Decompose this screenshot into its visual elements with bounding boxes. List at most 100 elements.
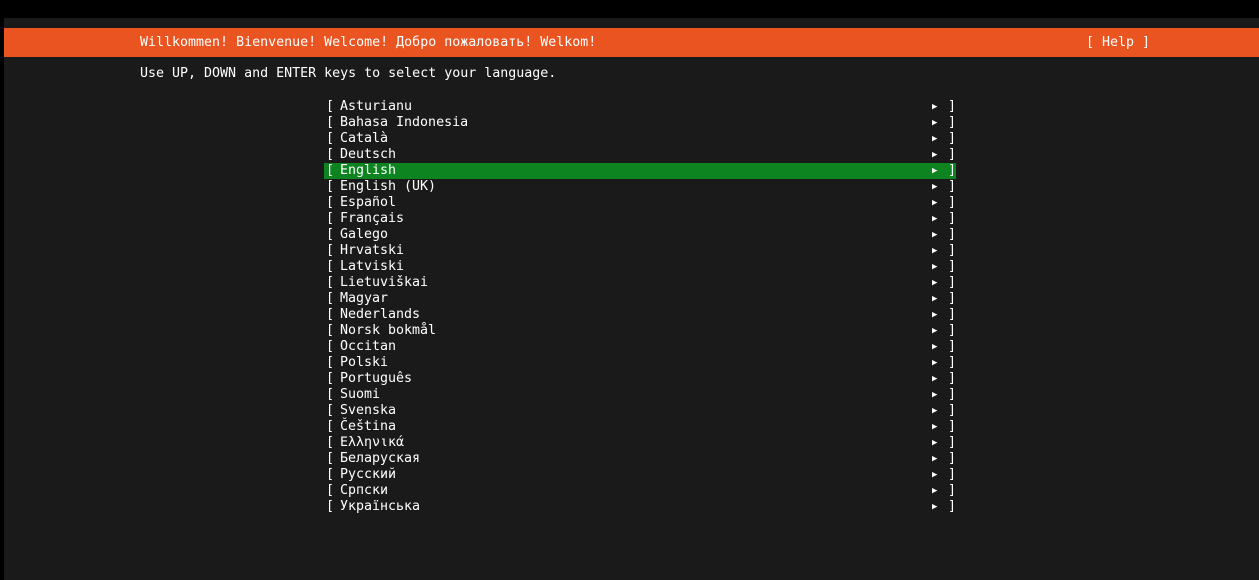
bracket-close: ] [948,467,957,482]
arrow-right-icon: ▶ [932,374,938,384]
arrow-right-icon: ▶ [932,358,938,368]
language-option[interactable]: [Lietuviškai ▶] [324,275,956,291]
language-label: Nederlands [340,307,421,322]
arrow-right-icon: ▶ [932,470,938,480]
language-option[interactable]: [Русский ▶] [324,467,956,483]
bracket-close: ] [948,483,957,498]
bracket-open: [ [326,131,335,146]
bracket-close: ] [948,323,957,338]
arrow-right-icon: ▶ [932,454,938,464]
bracket-open: [ [326,115,335,130]
language-option[interactable]: [Hrvatski ▶] [324,243,956,259]
language-label: Galego [340,227,389,242]
bracket-open: [ [326,211,335,226]
language-option[interactable]: [Nederlands ▶] [324,307,956,323]
bracket-open: [ [326,483,335,498]
arrow-right-icon: ▶ [932,150,938,160]
language-option[interactable]: [Français ▶] [324,211,956,227]
language-option[interactable]: [Беларуская ▶] [324,451,956,467]
bracket-close: ] [948,371,957,386]
language-label: Latviski [340,259,405,274]
arrow-right-icon: ▶ [932,134,938,144]
arrow-right-icon: ▶ [932,278,938,288]
bracket-close: ] [948,195,957,210]
language-label: Русский [340,467,397,482]
bracket-close: ] [948,499,957,514]
bracket-open: [ [326,435,335,450]
bracket-open: [ [326,499,335,514]
language-option[interactable]: [ Suomi ▶] [324,387,956,403]
bracket-open: [ [326,243,335,258]
bracket-close: ] [948,147,957,162]
instructions-text: Use UP, DOWN and ENTER keys to select yo… [140,66,557,81]
bracket-open: [ [326,339,335,354]
arrow-right-icon: ▶ [932,102,938,112]
bracket-open: [ [326,195,335,210]
language-option[interactable]: [Ελληνικά ▶] [324,435,956,451]
language-option[interactable]: [ Norsk bokmål ▶] [324,323,956,339]
language-option[interactable]: [Bahasa Indonesia ▶] [324,115,956,131]
bracket-close: ] [948,419,957,434]
bracket-open: [ [326,179,335,194]
arrow-right-icon: ▶ [932,118,938,128]
bracket-open: [ [326,451,335,466]
arrow-right-icon: ▶ [932,214,938,224]
language-option[interactable]: [Polski ▶] [324,355,956,371]
arrow-right-icon: ▶ [932,182,938,192]
language-option[interactable]: [Српски ▶] [324,483,956,499]
bracket-open: [ [326,259,335,274]
bracket-close: ] [948,451,957,466]
language-label: Українська [340,499,421,514]
language-option[interactable]: [Deutsch ▶] [324,147,956,163]
arrow-right-icon: ▶ [932,342,938,352]
language-label: Hrvatski [340,243,405,258]
language-option[interactable]: [Svenska ▶] [324,403,956,419]
bracket-close: ] [948,163,957,178]
language-label: Português [340,371,413,386]
arrow-right-icon: ▶ [932,486,938,496]
bracket-open: [ [326,387,335,402]
bracket-close: ] [948,227,957,242]
bracket-open: [ [326,419,335,434]
bracket-open: [ [326,323,335,338]
language-label: Español [340,195,397,210]
language-label: Asturianu [340,99,413,114]
bracket-open: [ [326,163,335,178]
arrow-right-icon: ▶ [932,326,938,336]
bracket-close: ] [948,339,957,354]
language-option[interactable]: [Português ▶] [324,371,956,387]
arrow-right-icon: ▶ [932,438,938,448]
language-option[interactable]: [Occitan ▶] [324,339,956,355]
language-option[interactable]: [English (UK) ▶] [324,179,956,195]
bracket-close: ] [948,387,957,402]
arrow-right-icon: ▶ [932,502,938,512]
help-button[interactable]: [ Help ] [1086,28,1150,57]
language-option[interactable]: [ Español ▶] [324,195,956,211]
language-option[interactable]: [Asturianu ▶] [324,99,956,115]
welcome-title: Willkommen! Bienvenue! Welcome! Добро по… [140,35,597,50]
arrow-right-icon: ▶ [932,262,938,272]
arrow-right-icon: ▶ [932,198,938,208]
arrow-right-icon: ▶ [932,406,938,416]
language-option[interactable]: [ Українська ▶] [324,499,956,515]
bracket-close: ] [948,355,957,370]
arrow-right-icon: ▶ [932,422,938,432]
language-label: Ελληνικά [340,435,405,450]
bracket-open: [ [326,403,335,418]
language-label: Norsk bokmål [340,323,437,338]
language-option[interactable]: [Català ▶] [324,131,956,147]
language-option[interactable]: [Galego ▶] [324,227,956,243]
arrow-right-icon: ▶ [932,390,938,400]
header-bar: Willkommen! Bienvenue! Welcome! Добро по… [4,28,1259,57]
language-option[interactable]: [Magyar ▶] [324,291,956,307]
language-option[interactable]: [ Čeština ▶] [324,419,956,435]
bracket-close: ] [948,211,957,226]
language-option[interactable]: [English ▶] [324,163,956,179]
language-option[interactable]: [Latviski ▶] [324,259,956,275]
language-label: Suomi [340,387,381,402]
bracket-close: ] [948,275,957,290]
language-label: Čeština [340,419,397,434]
bracket-open: [ [326,147,335,162]
bracket-close: ] [948,115,957,130]
bracket-close: ] [948,99,957,114]
